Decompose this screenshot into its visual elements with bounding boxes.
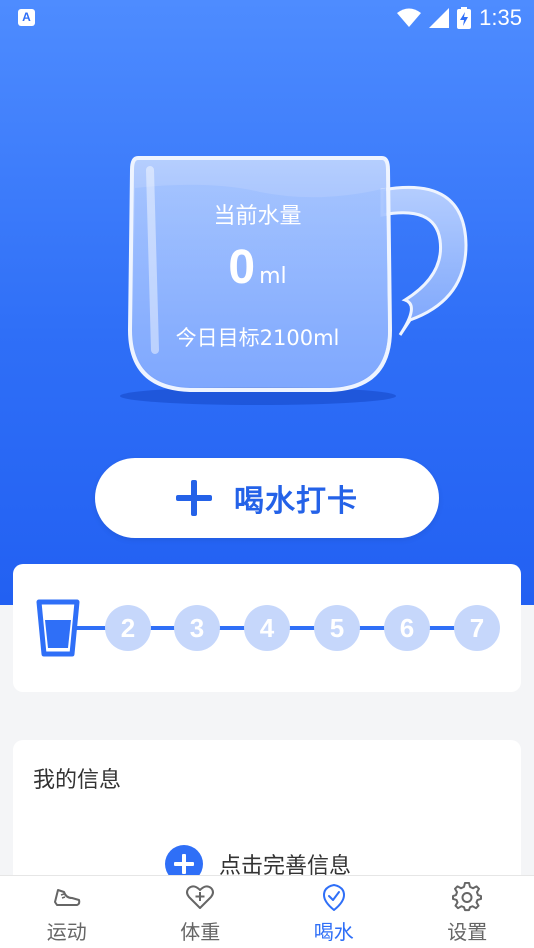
plus-icon [176, 480, 212, 516]
current-water-value: 0 ml [130, 240, 385, 295]
tab-settings[interactable]: 设置 [401, 876, 534, 948]
progress-step-2: 2 [105, 605, 151, 651]
drink-progress-card: 2 3 4 5 6 7 [13, 564, 521, 692]
gear-icon [452, 882, 483, 912]
tab-water[interactable]: 喝水 [267, 876, 401, 948]
status-bar: A 1:35 [0, 0, 534, 36]
water-amount: 0 [228, 241, 256, 294]
battery-charging-icon [457, 7, 472, 29]
progress-step-4: 4 [244, 605, 290, 651]
tab-exercise-label: 运动 [46, 920, 87, 944]
drink-checkin-label: 喝水打卡 [234, 484, 358, 519]
progress-step-6: 6 [384, 605, 430, 651]
progress-step-7: 7 [454, 605, 500, 651]
water-unit: ml [259, 264, 287, 289]
signal-icon [429, 8, 450, 28]
current-water-label: 当前水量 [213, 204, 302, 229]
water-drop-check-icon [322, 884, 345, 911]
progress-step-3: 3 [174, 605, 220, 651]
bottom-tab-bar: 运动 体重 喝水 设置 [0, 875, 534, 948]
tab-water-label: 喝水 [313, 920, 354, 944]
my-info-title: 我的信息 [33, 768, 122, 793]
heart-plus-icon [186, 885, 215, 909]
tab-exercise[interactable]: 运动 [0, 876, 134, 948]
water-glass-icon [36, 599, 80, 657]
app-notification-icon: A [18, 9, 35, 26]
daily-goal: 今日目标2100ml [175, 326, 340, 350]
shoe-icon [53, 889, 80, 906]
progress-step-5: 5 [314, 605, 360, 651]
tab-weight-label: 体重 [180, 920, 221, 944]
status-time: 1:35 [479, 5, 522, 30]
tab-settings-label: 设置 [447, 920, 488, 944]
tab-weight[interactable]: 体重 [134, 876, 268, 948]
wifi-icon [397, 8, 422, 27]
drink-checkin-button[interactable]: 喝水打卡 [95, 458, 439, 538]
